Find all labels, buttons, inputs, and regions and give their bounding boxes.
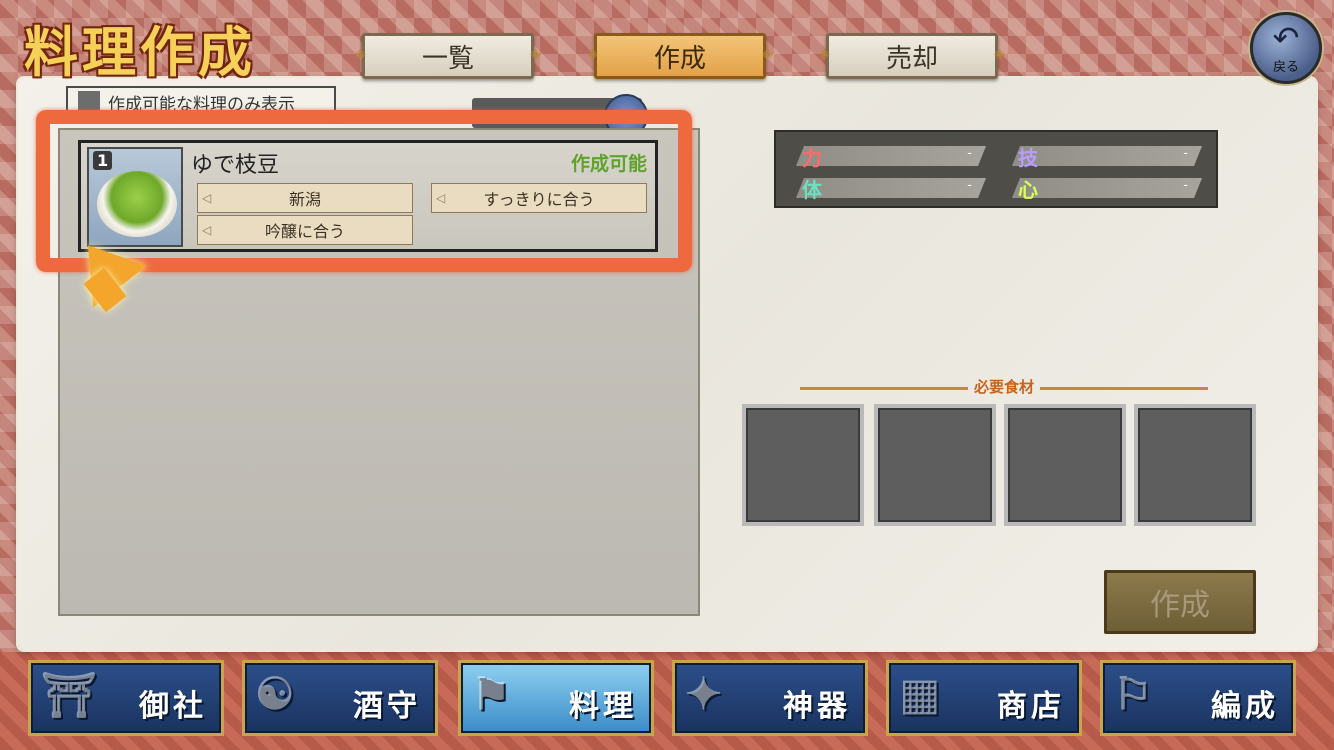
nav-label: 編成 [1211, 689, 1279, 724]
ingredient-slot[interactable] [874, 404, 996, 526]
ingredients-title: 必要食材 [967, 376, 1041, 397]
ingredient-slot[interactable] [1004, 404, 1126, 526]
nav-label: 酒守 [353, 689, 421, 724]
nav-formation[interactable]: ⚐ 編成 [1100, 660, 1296, 736]
nav-label: 商店 [997, 689, 1065, 724]
back-label: 戻る [1272, 59, 1299, 75]
tab-create[interactable]: 作成 [587, 33, 773, 79]
nav-sacred-treasure[interactable]: ✦ 神器 [672, 660, 868, 736]
nav-shop[interactable]: ▦ 商店 [886, 660, 1082, 736]
stats-panel: - 力 - 技 - 体 - 心 [774, 130, 1218, 208]
stat-label: 体 [802, 178, 822, 202]
stat-label: 心 [1018, 178, 1038, 202]
nav-shrine[interactable]: ⛩ 御社 [28, 660, 224, 736]
ingredients-header: 必要食材 [800, 376, 1208, 398]
nav-cooking[interactable]: ⚑ 料理 [458, 660, 654, 736]
page-title: 料理作成 [24, 20, 256, 84]
stat-bar: - [796, 178, 986, 198]
cooking-icon: ⚑ [471, 669, 511, 720]
stat-label: 力 [802, 146, 822, 170]
sakemori-icon: ☯ [255, 669, 295, 720]
nav-label: 神器 [783, 689, 851, 724]
sacred-treasure-icon: ✦ [685, 669, 722, 720]
nav-sakemori[interactable]: ☯ 酒守 [242, 660, 438, 736]
ingredient-slot[interactable] [1134, 404, 1256, 526]
stat-bar: - [1012, 146, 1202, 166]
create-button[interactable]: 作成 [1104, 570, 1256, 634]
tab-sell[interactable]: 売却 [819, 33, 1005, 79]
stat-label: 技 [1018, 146, 1038, 170]
back-arrow-icon: ↶ [1272, 18, 1300, 57]
nav-label: 御社 [139, 689, 207, 724]
back-button[interactable]: ↶ 戻る [1250, 12, 1322, 84]
ingredient-slot[interactable] [742, 404, 864, 526]
shrine-icon: ⛩ [41, 670, 97, 721]
formation-icon: ⚐ [1113, 669, 1153, 720]
stat-bar: - [796, 146, 986, 166]
tab-list[interactable]: 一覧 [355, 33, 541, 79]
nav-label: 料理 [569, 689, 637, 724]
tutorial-highlight-frame [36, 110, 692, 272]
stat-bar: - [1012, 178, 1202, 198]
shop-icon: ▦ [899, 669, 941, 720]
